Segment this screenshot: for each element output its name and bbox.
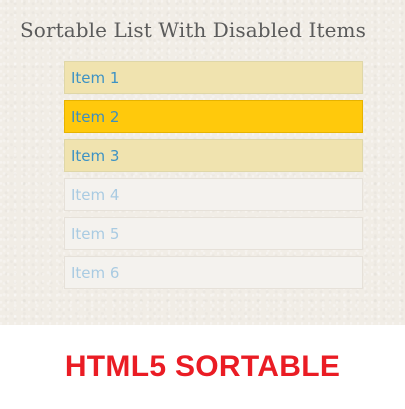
sortable-item-1[interactable]: Item 1 (64, 61, 363, 94)
sortable-item-5-disabled: Item 5 (64, 217, 363, 250)
demo-title: Sortable List With Disabled Items (20, 18, 366, 42)
sortable-item-3[interactable]: Item 3 (64, 139, 363, 172)
sortable-list: Item 1 Item 2 Item 3 Item 4 Item 5 Item … (64, 61, 363, 295)
sortable-item-4-disabled: Item 4 (64, 178, 363, 211)
html5-sortable-banner: HTML5 SORTABLE (64, 350, 341, 383)
sortable-item-6-disabled: Item 6 (64, 256, 363, 289)
page: Sortable List With Disabled Items Item 1… (0, 0, 405, 409)
demo-panel: Sortable List With Disabled Items Item 1… (0, 0, 405, 325)
sortable-item-2[interactable]: Item 2 (64, 100, 363, 133)
